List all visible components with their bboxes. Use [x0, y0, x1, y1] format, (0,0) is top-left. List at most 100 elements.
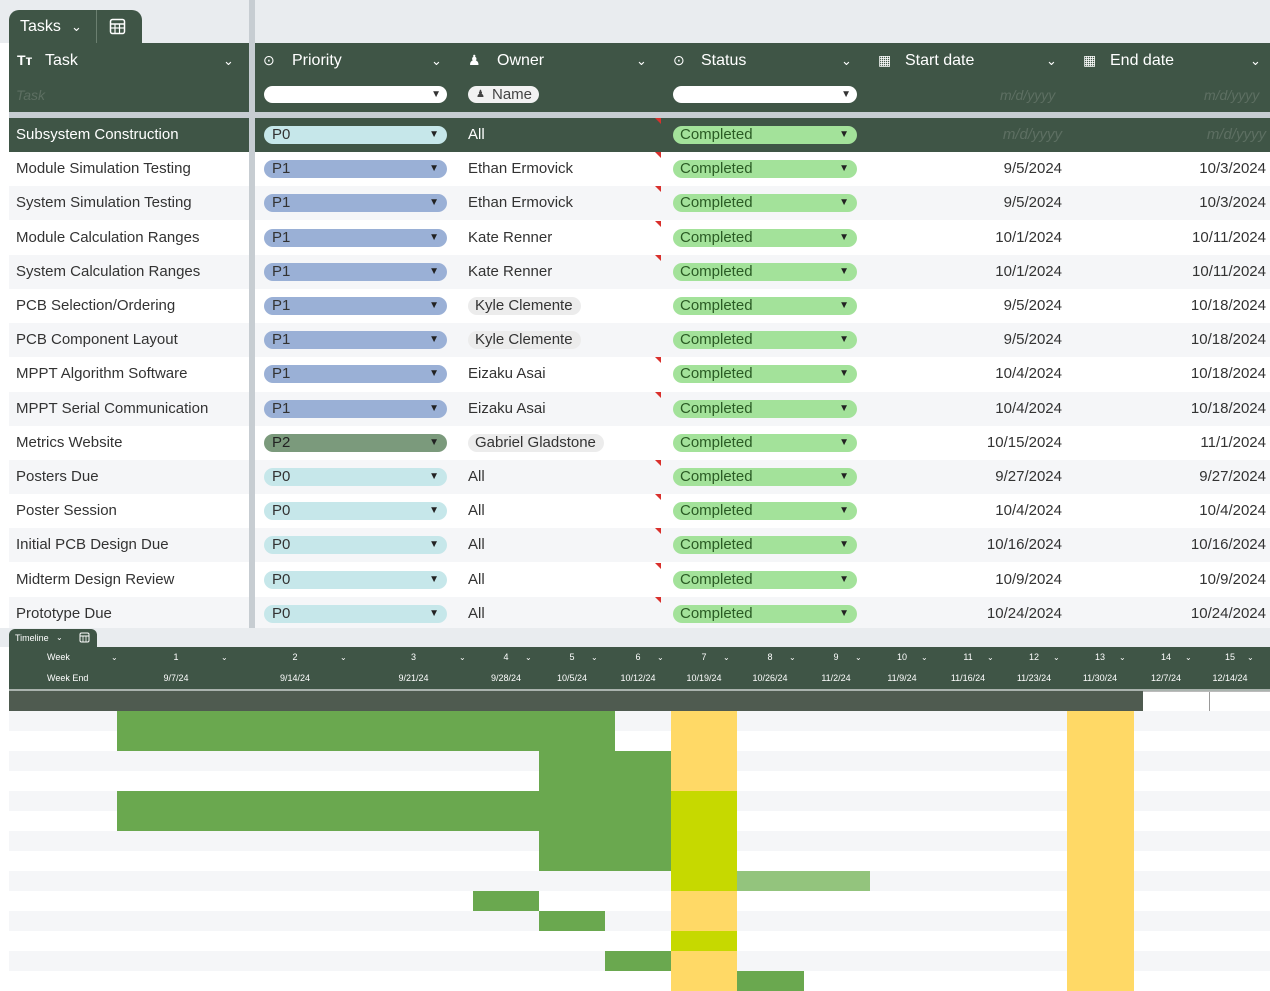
chevron-down-icon[interactable]: ⌄: [1053, 647, 1060, 668]
chevron-down-icon[interactable]: ⌄: [525, 647, 532, 668]
priority-dropdown[interactable]: P1 ▼: [264, 331, 447, 349]
start-date-cell[interactable]: 9/5/2024: [1004, 152, 1062, 186]
status-dropdown[interactable]: Completed ▼: [673, 536, 857, 554]
chevron-down-icon[interactable]: ⌄: [591, 647, 598, 668]
table-row[interactable]: Poster Session P0 ▼ All Completed ▼ 10/4/2024 1…: [9, 494, 1270, 528]
end-date-cell[interactable]: 10/11/2024: [1192, 255, 1266, 289]
frozen-column-splitter[interactable]: [249, 0, 255, 628]
priority-dropdown[interactable]: P0 ▼: [264, 468, 447, 486]
end-date-cell[interactable]: 10/9/2024: [1199, 563, 1266, 597]
owner-cell[interactable]: All: [468, 528, 485, 562]
end-date-cell[interactable]: 10/3/2024: [1199, 152, 1266, 186]
owner-cell[interactable]: Eizaku Asai: [468, 357, 546, 391]
chevron-down-icon[interactable]: ⌄: [855, 647, 862, 668]
end-date-cell[interactable]: 10/24/2024: [1191, 597, 1266, 631]
column-header-status[interactable]: ⊙ Status ⌄: [665, 43, 865, 78]
status-dropdown[interactable]: Completed ▼: [673, 126, 857, 144]
table-view-icon[interactable]: [79, 632, 90, 643]
owner-cell[interactable]: All: [468, 118, 485, 152]
start-date-cell[interactable]: 10/1/2024: [995, 255, 1062, 289]
task-name-cell[interactable]: Module Calculation Ranges: [16, 221, 199, 255]
start-date-filter-input[interactable]: m/d/yyyy: [1000, 87, 1055, 103]
owner-filter-chip[interactable]: ♟ Name: [468, 86, 539, 103]
column-header-task[interactable]: Tт Task ⌄: [9, 43, 249, 78]
end-date-cell[interactable]: 10/18/2024: [1191, 392, 1266, 426]
end-date-cell[interactable]: 10/4/2024: [1199, 494, 1266, 528]
table-row[interactable]: Module Calculation Ranges P1 ▼ Kate Renner C…: [9, 221, 1270, 255]
owner-cell[interactable]: Kate Renner: [468, 255, 552, 289]
chevron-down-icon[interactable]: ⌄: [221, 647, 228, 668]
end-date-cell[interactable]: m/d/yyyy: [1207, 118, 1266, 152]
chevron-down-icon[interactable]: ⌄: [1250, 43, 1261, 78]
status-dropdown[interactable]: Completed ▼: [673, 502, 857, 520]
end-date-filter-input[interactable]: m/d/yyyy: [1204, 87, 1259, 103]
table-row[interactable]: MPPT Serial Communication P1 ▼ Eizaku Asai C…: [9, 392, 1270, 426]
start-date-cell[interactable]: 9/5/2024: [1004, 323, 1062, 357]
task-name-cell[interactable]: Subsystem Construction: [16, 118, 179, 152]
chevron-down-icon[interactable]: ⌄: [340, 647, 347, 668]
table-row[interactable]: System Calculation Ranges P1 ▼ Kate Renner C…: [9, 255, 1270, 289]
start-date-cell[interactable]: 10/9/2024: [995, 563, 1062, 597]
owner-cell[interactable]: All: [468, 563, 485, 597]
priority-dropdown[interactable]: P1 ▼: [264, 194, 447, 212]
end-date-cell[interactable]: 10/18/2024: [1191, 289, 1266, 323]
table-row[interactable]: Initial PCB Design Due P0 ▼ All Completed ▼ 10…: [9, 528, 1270, 562]
task-name-cell[interactable]: PCB Component Layout: [16, 323, 178, 357]
priority-filter-select[interactable]: ▼: [264, 86, 447, 103]
task-name-cell[interactable]: MPPT Algorithm Software: [16, 357, 187, 391]
start-date-cell[interactable]: 10/4/2024: [995, 357, 1062, 391]
status-dropdown[interactable]: Completed ▼: [673, 194, 857, 212]
table-row[interactable]: Subsystem Construction P0 ▼ All Completed ▼ m/…: [9, 118, 1270, 152]
status-dropdown[interactable]: Completed ▼: [673, 468, 857, 486]
priority-dropdown[interactable]: P1 ▼: [264, 229, 447, 247]
priority-dropdown[interactable]: P1 ▼: [264, 365, 447, 383]
task-name-cell[interactable]: PCB Selection/Ordering: [16, 289, 175, 323]
column-header-priority[interactable]: ⊙ Priority ⌄: [255, 43, 455, 78]
priority-dropdown[interactable]: P0 ▼: [264, 571, 447, 589]
task-name-cell[interactable]: Midterm Design Review: [16, 563, 174, 597]
task-filter-input[interactable]: Task: [16, 87, 45, 103]
owner-cell[interactable]: Ethan Ermovick: [468, 152, 573, 186]
task-name-cell[interactable]: Module Simulation Testing: [16, 152, 191, 186]
status-dropdown[interactable]: Completed ▼: [673, 365, 857, 383]
priority-dropdown[interactable]: P1 ▼: [264, 160, 447, 178]
task-name-cell[interactable]: Initial PCB Design Due: [16, 528, 169, 562]
chevron-down-icon[interactable]: ⌄: [841, 43, 852, 78]
start-date-cell[interactable]: 10/15/2024: [987, 426, 1062, 460]
end-date-cell[interactable]: 10/11/2024: [1192, 221, 1266, 255]
timeline-tab[interactable]: Timeline ⌄: [9, 629, 97, 647]
status-dropdown[interactable]: Completed ▼: [673, 160, 857, 178]
task-name-cell[interactable]: MPPT Serial Communication: [16, 392, 208, 426]
chevron-down-icon[interactable]: ⌄: [431, 43, 442, 78]
start-date-cell[interactable]: 10/4/2024: [995, 392, 1062, 426]
owner-cell[interactable]: Kate Renner: [468, 221, 552, 255]
owner-cell[interactable]: Ethan Ermovick: [468, 186, 573, 220]
priority-dropdown[interactable]: P0 ▼: [264, 126, 447, 144]
table-row[interactable]: Midterm Design Review P0 ▼ All Completed ▼ 10/…: [9, 563, 1270, 597]
chevron-down-icon[interactable]: ⌄: [111, 647, 118, 668]
chevron-down-icon[interactable]: ⌄: [1185, 647, 1192, 668]
owner-chip[interactable]: Kyle Clemente: [468, 331, 581, 349]
end-date-cell[interactable]: 10/18/2024: [1191, 357, 1266, 391]
chevron-down-icon[interactable]: ⌄: [723, 647, 730, 668]
table-row[interactable]: MPPT Algorithm Software P1 ▼ Eizaku Asai Com…: [9, 357, 1270, 391]
start-date-cell[interactable]: 10/24/2024: [987, 597, 1062, 631]
table-row[interactable]: System Simulation Testing P1 ▼ Ethan Ermovi…: [9, 186, 1270, 220]
status-dropdown[interactable]: Completed ▼: [673, 434, 857, 452]
start-date-cell[interactable]: 9/5/2024: [1004, 289, 1062, 323]
start-date-cell[interactable]: 9/5/2024: [1004, 186, 1062, 220]
chevron-down-icon[interactable]: ⌄: [657, 647, 664, 668]
priority-dropdown[interactable]: P0 ▼: [264, 502, 447, 520]
status-dropdown[interactable]: Completed ▼: [673, 331, 857, 349]
end-date-cell[interactable]: 9/27/2024: [1199, 460, 1266, 494]
column-header-owner[interactable]: ♟ Owner ⌄: [460, 43, 660, 78]
priority-dropdown[interactable]: P0 ▼: [264, 536, 447, 554]
start-date-cell[interactable]: 10/16/2024: [987, 528, 1062, 562]
task-name-cell[interactable]: Metrics Website: [16, 426, 122, 460]
status-dropdown[interactable]: Completed ▼: [673, 297, 857, 315]
task-name-cell[interactable]: System Calculation Ranges: [16, 255, 200, 289]
owner-cell[interactable]: Eizaku Asai: [468, 392, 546, 426]
chevron-down-icon[interactable]: ⌄: [636, 43, 647, 78]
start-date-cell[interactable]: 10/4/2024: [995, 494, 1062, 528]
table-row[interactable]: Posters Due P0 ▼ All Completed ▼ 9/27/2024 9/27…: [9, 460, 1270, 494]
